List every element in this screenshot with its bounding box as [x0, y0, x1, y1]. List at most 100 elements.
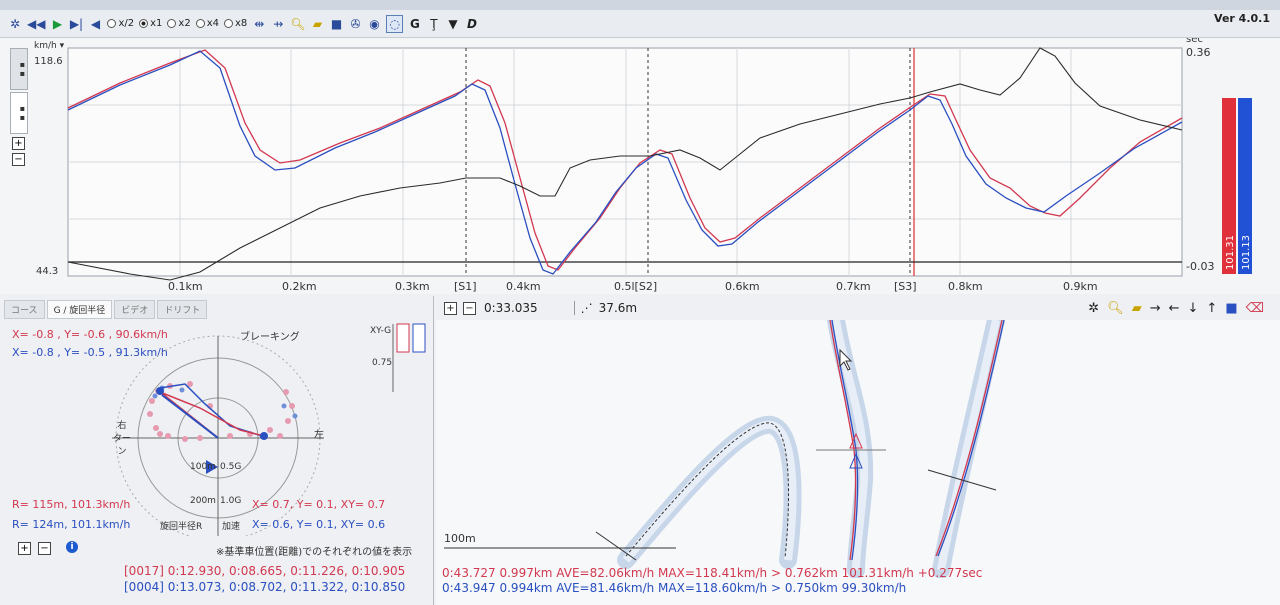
info-icon[interactable]: i [66, 541, 78, 553]
rewind-icon[interactable]: ◀◀ [27, 15, 45, 33]
arrow-right-icon[interactable]: → [1150, 301, 1161, 316]
accel-label: 加速 [222, 522, 241, 532]
red-scale-bar [396, 323, 410, 353]
split-left-icon[interactable]: ⇹ [252, 15, 266, 33]
left-unit-label: km/h ▾ [34, 41, 65, 51]
blue-radius-readout: R= 124m, 101.1km/h [12, 518, 131, 531]
right-unit-label: sec [1186, 38, 1203, 45]
chart-side-tabs: ▪▪ ▪▪ + − [10, 48, 28, 166]
red-legend-label: 101.31 [1225, 235, 1236, 270]
radius-200-label: 200m [190, 496, 216, 506]
side-tab-speed[interactable]: ▪▪ [10, 48, 28, 90]
x-tick-label: 0.1km [168, 280, 203, 293]
map-save-icon[interactable]: ■ [1225, 301, 1237, 316]
arrow-up-icon[interactable]: ↑ [1206, 301, 1217, 316]
ruler-icon[interactable]: ⋰ [573, 301, 593, 315]
speed-x2-radio[interactable]: x2 [167, 15, 191, 33]
map-toolbar: + − 0:33.035 ⋰ 37.6m ✲ 🔍︎ ▰ → ← ↓ ↑ ■ ⌫ [436, 296, 1280, 320]
map-scale-label: 100m [444, 532, 476, 545]
marker-icon[interactable]: Ţ [427, 15, 441, 33]
x-tick-label: 0.5l[S2] [614, 280, 657, 293]
right-min-label: -0.03 [1186, 260, 1214, 273]
map-zoom-out-button[interactable]: − [463, 301, 476, 315]
radius-100-label: 100m [190, 462, 216, 472]
red-g-trace [147, 381, 295, 442]
x-tick-labels: 0.1km 0.2km 0.3km [S1] 0.4km 0.5l[S2] 0.… [168, 280, 1098, 293]
x-tick-label: 0.2km [282, 280, 317, 293]
title-strip [0, 0, 1280, 10]
map-folder-icon[interactable]: ▰ [1132, 301, 1142, 316]
g-10-label: 1.0G [220, 496, 242, 506]
zoom-out-button[interactable]: − [12, 153, 25, 166]
blue-status-line: 0:43.947 0.994km AVE=81.46km/h MAX=118.6… [442, 581, 907, 595]
red-lap-sectors: [0017] 0:12.930, 0:08.665, 0:11.226, 0:1… [124, 564, 406, 578]
play-icon[interactable]: ▶ [50, 15, 64, 33]
settings-icon[interactable]: ✲ [8, 15, 22, 33]
x-tick-label: [S1] [454, 280, 477, 293]
globe-icon[interactable]: ◉ [367, 15, 381, 33]
chart-svg: 101.31 101.13 km/h ▾ 118.6 44.3 sec 0.36… [34, 34, 1252, 293]
y-max-label: 118.6 [34, 56, 63, 67]
zoom-in-button[interactable]: + [12, 137, 25, 150]
speed-half-radio[interactable]: x/2 [107, 15, 134, 33]
speed-x1-radio[interactable]: x1 [139, 15, 162, 33]
g-icon[interactable]: G [408, 15, 422, 33]
triangle-down-icon[interactable]: ▼ [446, 15, 460, 33]
current-g-point [156, 387, 164, 395]
footnote-text: ※基準車位置(距離)でのそれぞれの値を表示 [216, 547, 413, 558]
step-back-icon[interactable]: ◀ [88, 15, 102, 33]
g-radius-panel: コース G / 旋回半径 ビデオ ドリフト X= -0.8 , Y= -0.6 … [0, 296, 434, 605]
blue-g-vector [161, 394, 219, 439]
current-accel-point [260, 432, 268, 440]
x-tick-label: 0.3km [395, 280, 430, 293]
arrow-left-icon[interactable]: ← [1169, 301, 1180, 316]
track-outline [617, 320, 1005, 578]
map-search-icon[interactable]: 🔍︎ [1107, 301, 1124, 316]
speed-x4-radio[interactable]: x4 [195, 15, 219, 33]
version-label: Ver 4.0.1 [1214, 12, 1270, 25]
red-radius-readout: R= 115m, 101.3km/h [12, 498, 131, 511]
map-time-readout: 0:33.035 [484, 301, 538, 315]
app-window: ✲ ◀◀ ▶ ▶| ◀ x/2 x1 x2 x4 x8 ⇹ ⇸ 🔍︎ ▰ ■ ✇… [0, 0, 1280, 605]
right-max-label: 0.36 [1186, 46, 1211, 59]
g-zoom-in-button[interactable]: + [18, 542, 31, 555]
x-tick-label: 0.9km [1063, 280, 1098, 293]
circle-select-icon[interactable]: ◌ [386, 14, 403, 33]
split-right-icon[interactable]: ⇸ [271, 15, 285, 33]
x-tick-label: [S3] [894, 280, 917, 293]
drift-d-icon[interactable]: D [465, 15, 479, 33]
x-tick-label: 0.4km [506, 280, 541, 293]
red-g-readout: X= 0.7, Y= 0.1, XY= 0.7 [252, 498, 386, 511]
left-label: 左 [314, 430, 324, 441]
track-map-panel: + − 0:33.035 ⋰ 37.6m ✲ 🔍︎ ▰ → ← ↓ ↑ ■ ⌫ [436, 296, 1280, 605]
right-turn-label: 右 ターン [112, 421, 131, 457]
turn-radius-label: 旋回半径R [160, 522, 203, 532]
open-folder-icon[interactable]: ▰ [310, 15, 324, 33]
y-min-label: 44.3 [36, 266, 58, 277]
x-tick-label: 0.6km [725, 280, 760, 293]
map-distance-readout: 37.6m [598, 301, 638, 315]
red-status-line: 0:43.727 0.997km AVE=82.06km/h MAX=118.4… [442, 566, 983, 580]
track-map-svg: 100m [444, 320, 1005, 578]
x-tick-label: 0.7km [836, 280, 871, 293]
speed-x8-radio[interactable]: x8 [223, 15, 247, 33]
blue-lap-sectors: [0004] 0:13.073, 0:08.702, 0:11.322, 0:1… [124, 580, 406, 594]
eraser-icon[interactable]: ⌫ [1246, 301, 1264, 316]
pin-icon[interactable]: ✇ [348, 15, 362, 33]
sparkle-icon[interactable]: ✲ [1088, 301, 1099, 316]
x-tick-label: 0.8km [948, 280, 983, 293]
search-icon[interactable]: 🔍︎ [290, 15, 305, 33]
blue-legend-label: 101.13 [1241, 235, 1252, 270]
side-tab-time[interactable]: ▪▪ [10, 92, 28, 134]
g-zoom-out-button[interactable]: − [38, 542, 51, 555]
blue-scale-bar [412, 323, 426, 353]
speed-distance-chart: 101.31 101.13 km/h ▾ 118.6 44.3 sec 0.36… [0, 34, 1280, 294]
blue-g-trace [152, 385, 298, 439]
save-icon[interactable]: ■ [329, 15, 343, 33]
arrow-down-icon[interactable]: ↓ [1188, 301, 1199, 316]
step-forward-icon[interactable]: ▶| [69, 15, 83, 33]
playback-toolbar: ✲ ◀◀ ▶ ▶| ◀ x/2 x1 x2 x4 x8 ⇹ ⇸ 🔍︎ ▰ ■ ✇… [0, 10, 1280, 38]
g-05-label: 0.5G [220, 462, 242, 472]
blue-g-readout: X= 0.6, Y= 0.1, XY= 0.6 [252, 518, 386, 531]
map-zoom-in-button[interactable]: + [444, 301, 457, 315]
